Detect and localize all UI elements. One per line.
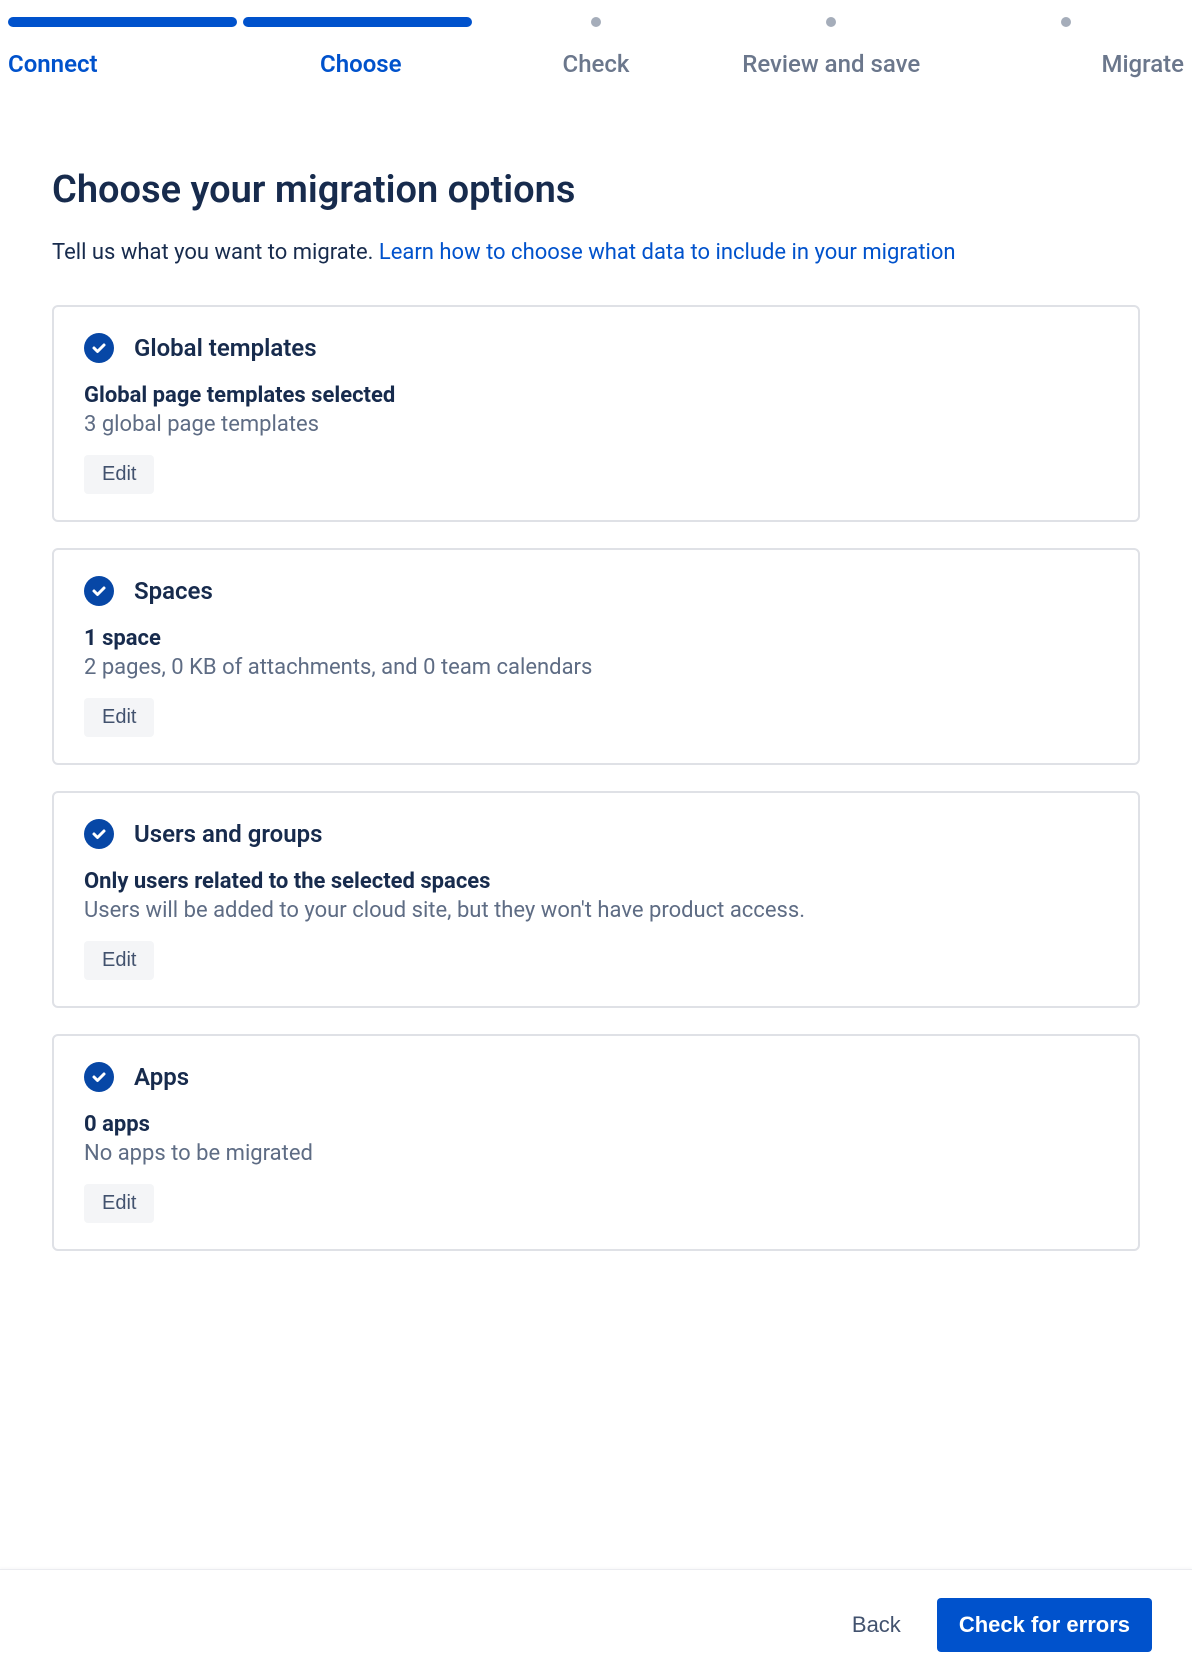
step-migrate[interactable]: Migrate	[949, 0, 1184, 78]
card-summary-strong: 0 apps	[84, 1112, 1108, 1137]
card-summary-sub: Users will be added to your cloud site, …	[84, 898, 1108, 923]
stepper: Connect Choose Check Review and save Mig…	[0, 0, 1192, 78]
step-label: Migrate	[1101, 50, 1184, 78]
intro-text: Tell us what you want to migrate. Learn …	[52, 240, 1140, 265]
step-indicator-bar	[8, 17, 237, 27]
card-header: Users and groups	[84, 819, 1108, 849]
card-header: Apps	[84, 1062, 1108, 1092]
step-indicator-dot	[1061, 17, 1071, 27]
step-indicator-dot	[591, 17, 601, 27]
card-summary-strong: Only users related to the selected space…	[84, 869, 1108, 894]
edit-button[interactable]: Edit	[84, 455, 154, 494]
card-summary-strong: Global page templates selected	[84, 383, 1108, 408]
check-circle-icon	[84, 1062, 114, 1092]
page-title: Choose your migration options	[52, 168, 1140, 212]
step-label: Choose	[320, 50, 402, 78]
card-summary-strong: 1 space	[84, 626, 1108, 651]
card-title: Spaces	[134, 577, 213, 605]
step-label: Check	[563, 50, 630, 78]
main-content: Choose your migration options Tell us wh…	[0, 78, 1192, 1251]
intro-static: Tell us what you want to migrate.	[52, 240, 379, 265]
card-summary-sub: 2 pages, 0 KB of attachments, and 0 team…	[84, 655, 1108, 680]
back-button[interactable]: Back	[834, 1598, 919, 1652]
card-title: Apps	[134, 1063, 189, 1091]
intro-learn-link[interactable]: Learn how to choose what data to include…	[379, 240, 956, 265]
card-summary-sub: 3 global page templates	[84, 412, 1108, 437]
card-apps: Apps 0 apps No apps to be migrated Edit	[52, 1034, 1140, 1251]
step-check[interactable]: Check	[478, 0, 713, 78]
check-circle-icon	[84, 576, 114, 606]
edit-button[interactable]: Edit	[84, 698, 154, 737]
step-indicator-bar	[243, 17, 472, 27]
card-summary-sub: No apps to be migrated	[84, 1141, 1108, 1166]
card-header: Spaces	[84, 576, 1108, 606]
check-circle-icon	[84, 333, 114, 363]
card-header: Global templates	[84, 333, 1108, 363]
check-for-errors-button[interactable]: Check for errors	[937, 1598, 1152, 1652]
step-review-and-save[interactable]: Review and save	[714, 0, 949, 78]
card-title: Global templates	[134, 334, 317, 362]
edit-button[interactable]: Edit	[84, 1184, 154, 1223]
step-connect[interactable]: Connect	[8, 0, 243, 78]
card-global-templates: Global templates Global page templates s…	[52, 305, 1140, 522]
card-title: Users and groups	[134, 820, 323, 848]
step-label: Connect	[8, 50, 98, 78]
card-users-and-groups: Users and groups Only users related to t…	[52, 791, 1140, 1008]
edit-button[interactable]: Edit	[84, 941, 154, 980]
check-circle-icon	[84, 819, 114, 849]
step-label: Review and save	[742, 50, 920, 78]
card-spaces: Spaces 1 space 2 pages, 0 KB of attachme…	[52, 548, 1140, 765]
footer-bar: Back Check for errors	[0, 1569, 1192, 1680]
step-choose[interactable]: Choose	[243, 0, 478, 78]
step-indicator-dot	[826, 17, 836, 27]
